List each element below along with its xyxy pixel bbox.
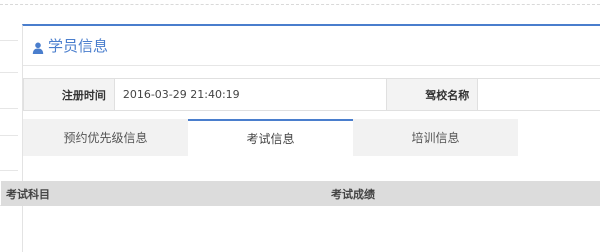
column-exam-score: 考试成绩	[331, 187, 375, 201]
column-exam-subject: 考试科目	[6, 187, 50, 201]
panel-title: 学员信息	[48, 36, 109, 55]
user-icon	[32, 40, 44, 54]
tab-training-info[interactable]: 培训信息	[353, 119, 518, 156]
tab-exam-info[interactable]: 考试信息	[188, 119, 353, 156]
panel-header: 学员信息	[23, 26, 600, 66]
exam-table-header: 考试科目 考试成绩	[1, 181, 600, 206]
info-row: 注册时间 2016-03-29 21:40:19 驾校名称	[23, 78, 600, 111]
school-name-value	[478, 79, 600, 110]
school-name-label: 驾校名称	[387, 79, 479, 110]
top-dashed-divider	[0, 0, 600, 5]
panel-title-wrap: 学员信息	[32, 37, 108, 55]
tab-priority-info[interactable]: 预约优先级信息	[23, 119, 188, 156]
student-info-panel: 学员信息 注册时间 2016-03-29 21:40:19 驾校名称 预约优先级…	[1, 24, 600, 252]
register-time-value: 2016-03-29 21:40:19	[115, 79, 388, 110]
register-time-label: 注册时间	[24, 79, 115, 110]
info-tabs: 预约优先级信息 考试信息 培训信息	[23, 119, 519, 156]
